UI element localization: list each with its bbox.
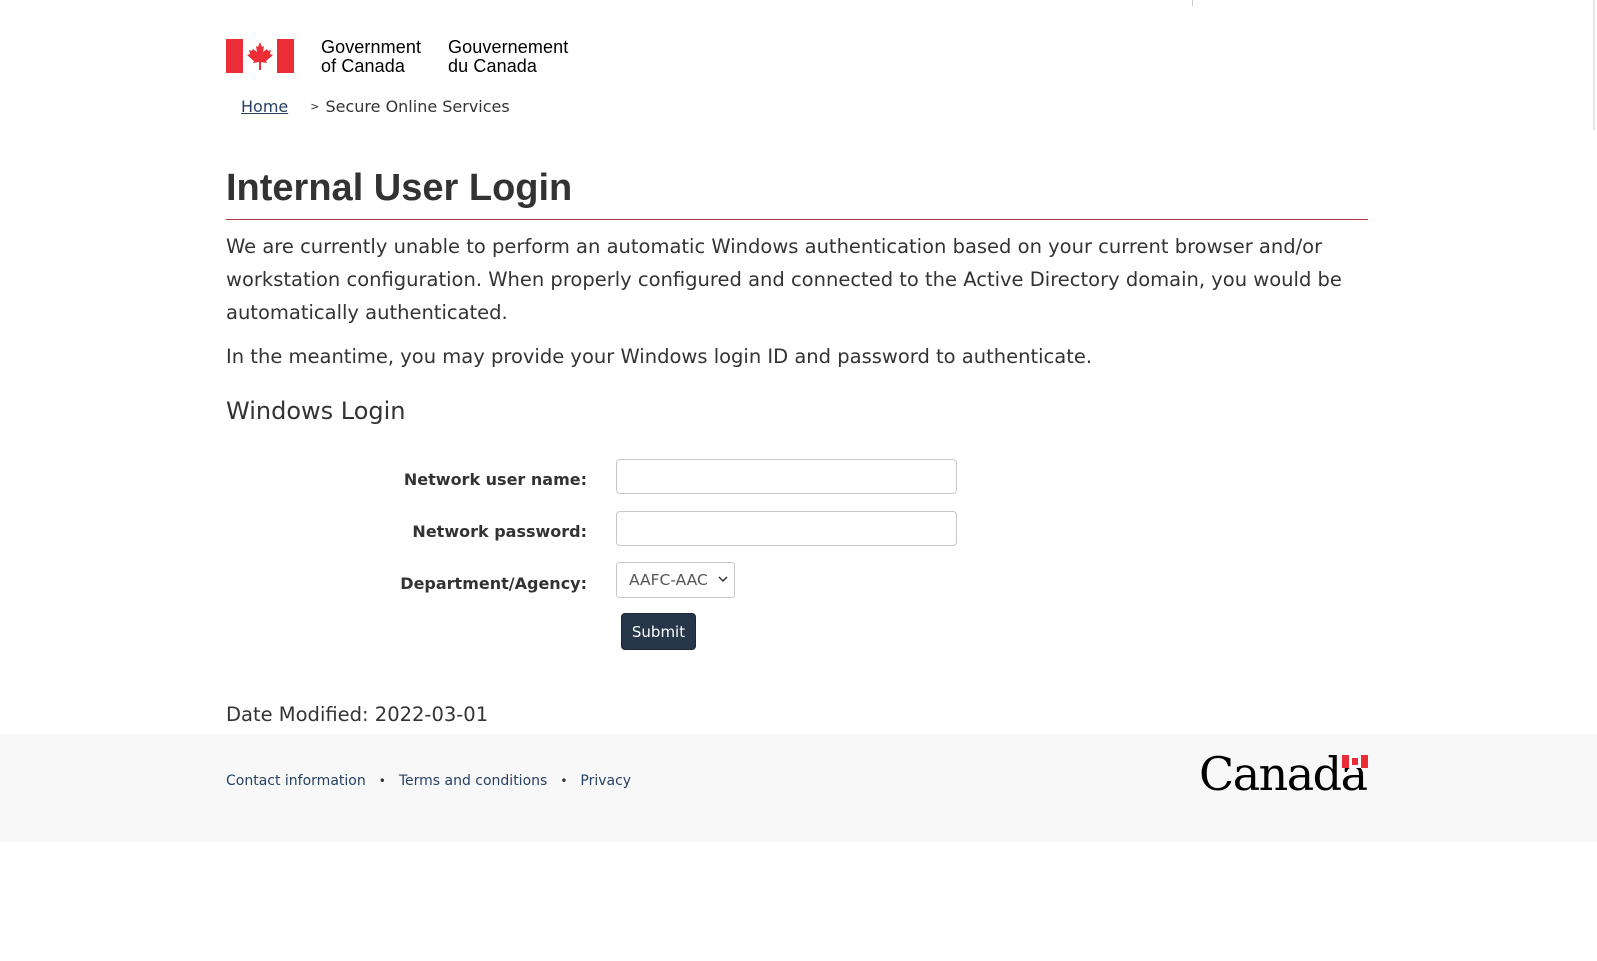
signature-fr-line1: Gouvernement [448,37,569,57]
username-label: Network user name: [403,470,587,489]
breadcrumb-home-link[interactable]: Home [241,97,288,116]
intro-paragraph: We are currently unable to perform an au… [226,235,1342,324]
signature-english: Government of Canada [321,38,421,76]
department-select[interactable]: AAFC-AAC [616,562,735,598]
canada-flag-icon [226,39,294,73]
page: Government of Canada Gouvernement du Can… [0,0,1597,961]
footer-link-contact[interactable]: Contact information [226,773,366,789]
top-divider [1192,0,1193,6]
chevron-down-icon [718,576,728,583]
breadcrumb-current: Secure Online Services [325,97,510,116]
footer-links: Contact information • Terms and conditio… [226,773,631,789]
scrollbar-edge [1593,0,1595,130]
intro-paragraph-2: In the meantime, you may provide your Wi… [226,345,1093,368]
submit-button[interactable]: Submit [621,613,696,650]
government-signature[interactable]: Government of Canada Gouvernement du Can… [226,38,568,76]
signature-en-line1: Government [321,37,422,57]
footer-separator: • [560,774,568,788]
footer: Contact information • Terms and conditio… [0,734,1597,842]
canada-wordmark: Canada [1199,748,1369,800]
signature-fr-line2: du Canada [448,56,538,76]
signature-en-line2: of Canada [321,56,405,76]
password-label: Network password: [412,522,587,541]
signature-french: Gouvernement du Canada [448,38,568,76]
department-label: Department/Agency: [400,574,587,593]
password-input[interactable] [616,511,957,546]
footer-link-terms[interactable]: Terms and conditions [399,773,548,789]
title-rule [226,219,1368,220]
section-heading: Windows Login [226,397,406,425]
footer-separator: • [378,774,386,788]
breadcrumb: Home > Secure Online Services [241,97,510,116]
breadcrumb-separator: > [310,100,320,113]
wordmark-flag-icon [1342,755,1368,768]
username-input[interactable] [616,459,957,494]
footer-link-privacy[interactable]: Privacy [580,773,631,789]
page-title: Internal User Login [226,167,573,209]
date-modified: Date Modified: 2022-03-01 [226,703,489,726]
department-selected-value: AAFC-AAC [629,571,708,589]
